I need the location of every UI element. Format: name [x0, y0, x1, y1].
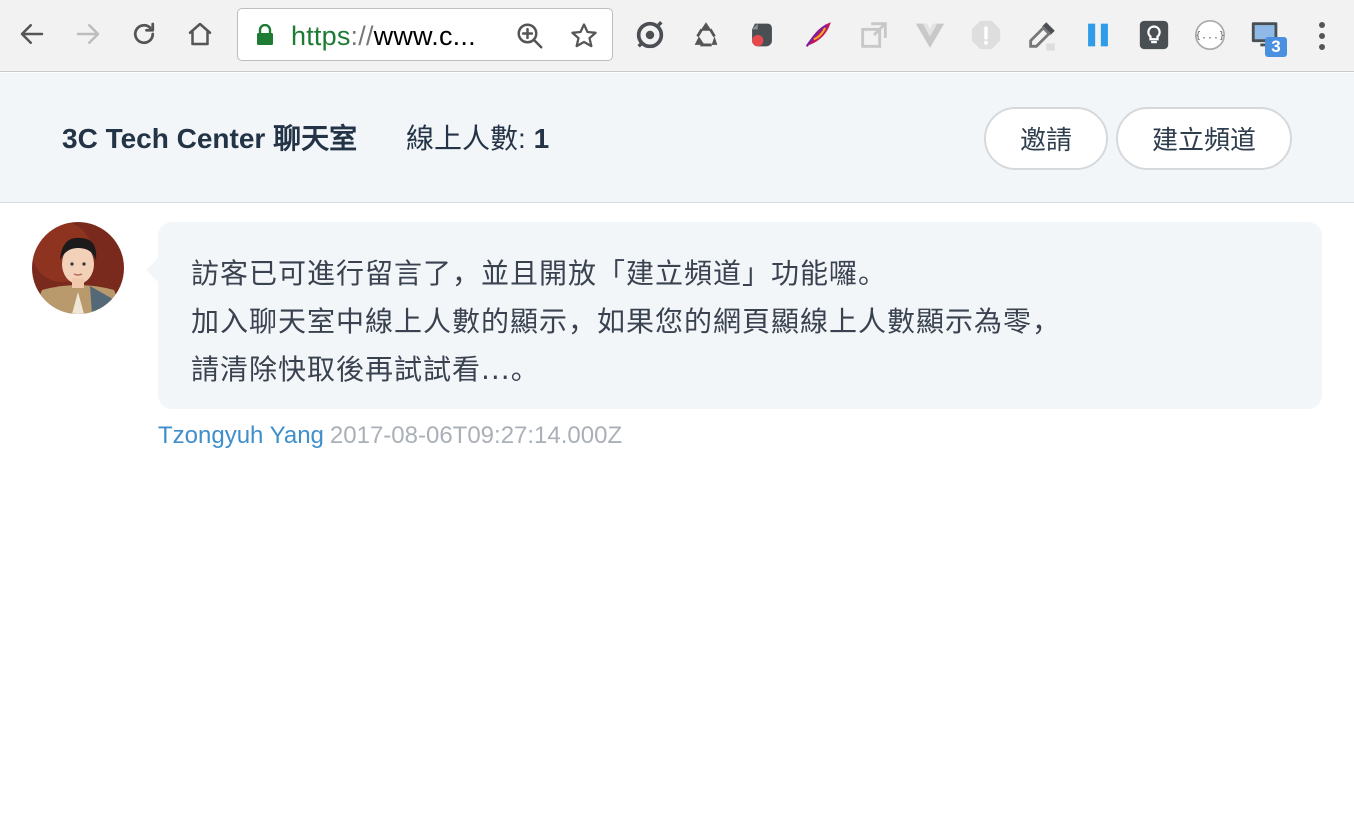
message-line: 請清除快取後再試試看...。	[191, 353, 540, 386]
chat-header: 3C Tech Center 聊天室 線上人數: 1 邀請 建立頻道	[0, 73, 1354, 203]
message-meta: Tzongyuh Yang 2017-08-06T09:27:14.000Z	[158, 422, 622, 450]
message-timestamp: 2017-08-06T09:27:14.000Z	[329, 422, 623, 449]
alert-extension-icon[interactable]	[968, 17, 1004, 53]
url-text: https://www.c...	[291, 21, 476, 51]
evernote-icon[interactable]	[744, 17, 780, 53]
author-link[interactable]: Tzongyuh Yang	[158, 422, 324, 449]
lightbulb-extension-icon[interactable]	[1136, 17, 1172, 53]
zoom-in-icon[interactable]	[514, 20, 546, 52]
room-title: 3C Tech Center 聊天室	[62, 123, 358, 154]
back-arrow-icon[interactable]	[12, 14, 52, 54]
create-channel-button[interactable]: 建立頻道	[1116, 107, 1292, 170]
sync-extension-icon[interactable]	[632, 17, 668, 53]
invite-button[interactable]: 邀請	[984, 107, 1108, 170]
browser-toolbar: https://www.c... {...} 3	[0, 0, 1354, 72]
extension-badge: 3	[1265, 37, 1287, 57]
screen-extension-icon[interactable]: 3	[1248, 17, 1287, 57]
more-vert-icon[interactable]	[1308, 16, 1336, 56]
message-bubble: 訪客已可進行留言了，並且開放「建立頻道」功能囉。 加入聊天室中線上人數的顯示，如…	[146, 222, 1322, 409]
reload-icon[interactable]	[124, 14, 164, 54]
avatar[interactable]	[32, 222, 124, 314]
forward-arrow-icon[interactable]	[68, 14, 108, 54]
json-viewer-icon[interactable]: {...}	[1192, 17, 1228, 53]
lock-icon	[257, 24, 273, 45]
home-icon[interactable]	[180, 14, 220, 54]
recycle-extension-icon[interactable]	[688, 17, 724, 53]
popout-extension-icon[interactable]	[856, 17, 892, 53]
vue-devtools-icon[interactable]	[912, 17, 948, 53]
message-line: 加入聊天室中線上人數的顯示，如果您的網頁顯線上人數顯示為零，	[191, 305, 1062, 338]
feather-extension-icon[interactable]	[800, 17, 836, 53]
svg-text:{...}: {...}	[1195, 31, 1225, 42]
message-line: 訪客已可進行留言了，並且開放「建立頻道」功能囉。	[191, 257, 888, 290]
address-bar[interactable]: https://www.c...	[237, 8, 613, 61]
star-icon[interactable]	[568, 20, 600, 52]
pause-extension-icon[interactable]	[1080, 17, 1116, 53]
eyedropper-icon[interactable]	[1024, 17, 1060, 53]
online-count: 線上人數: 1	[406, 123, 550, 154]
